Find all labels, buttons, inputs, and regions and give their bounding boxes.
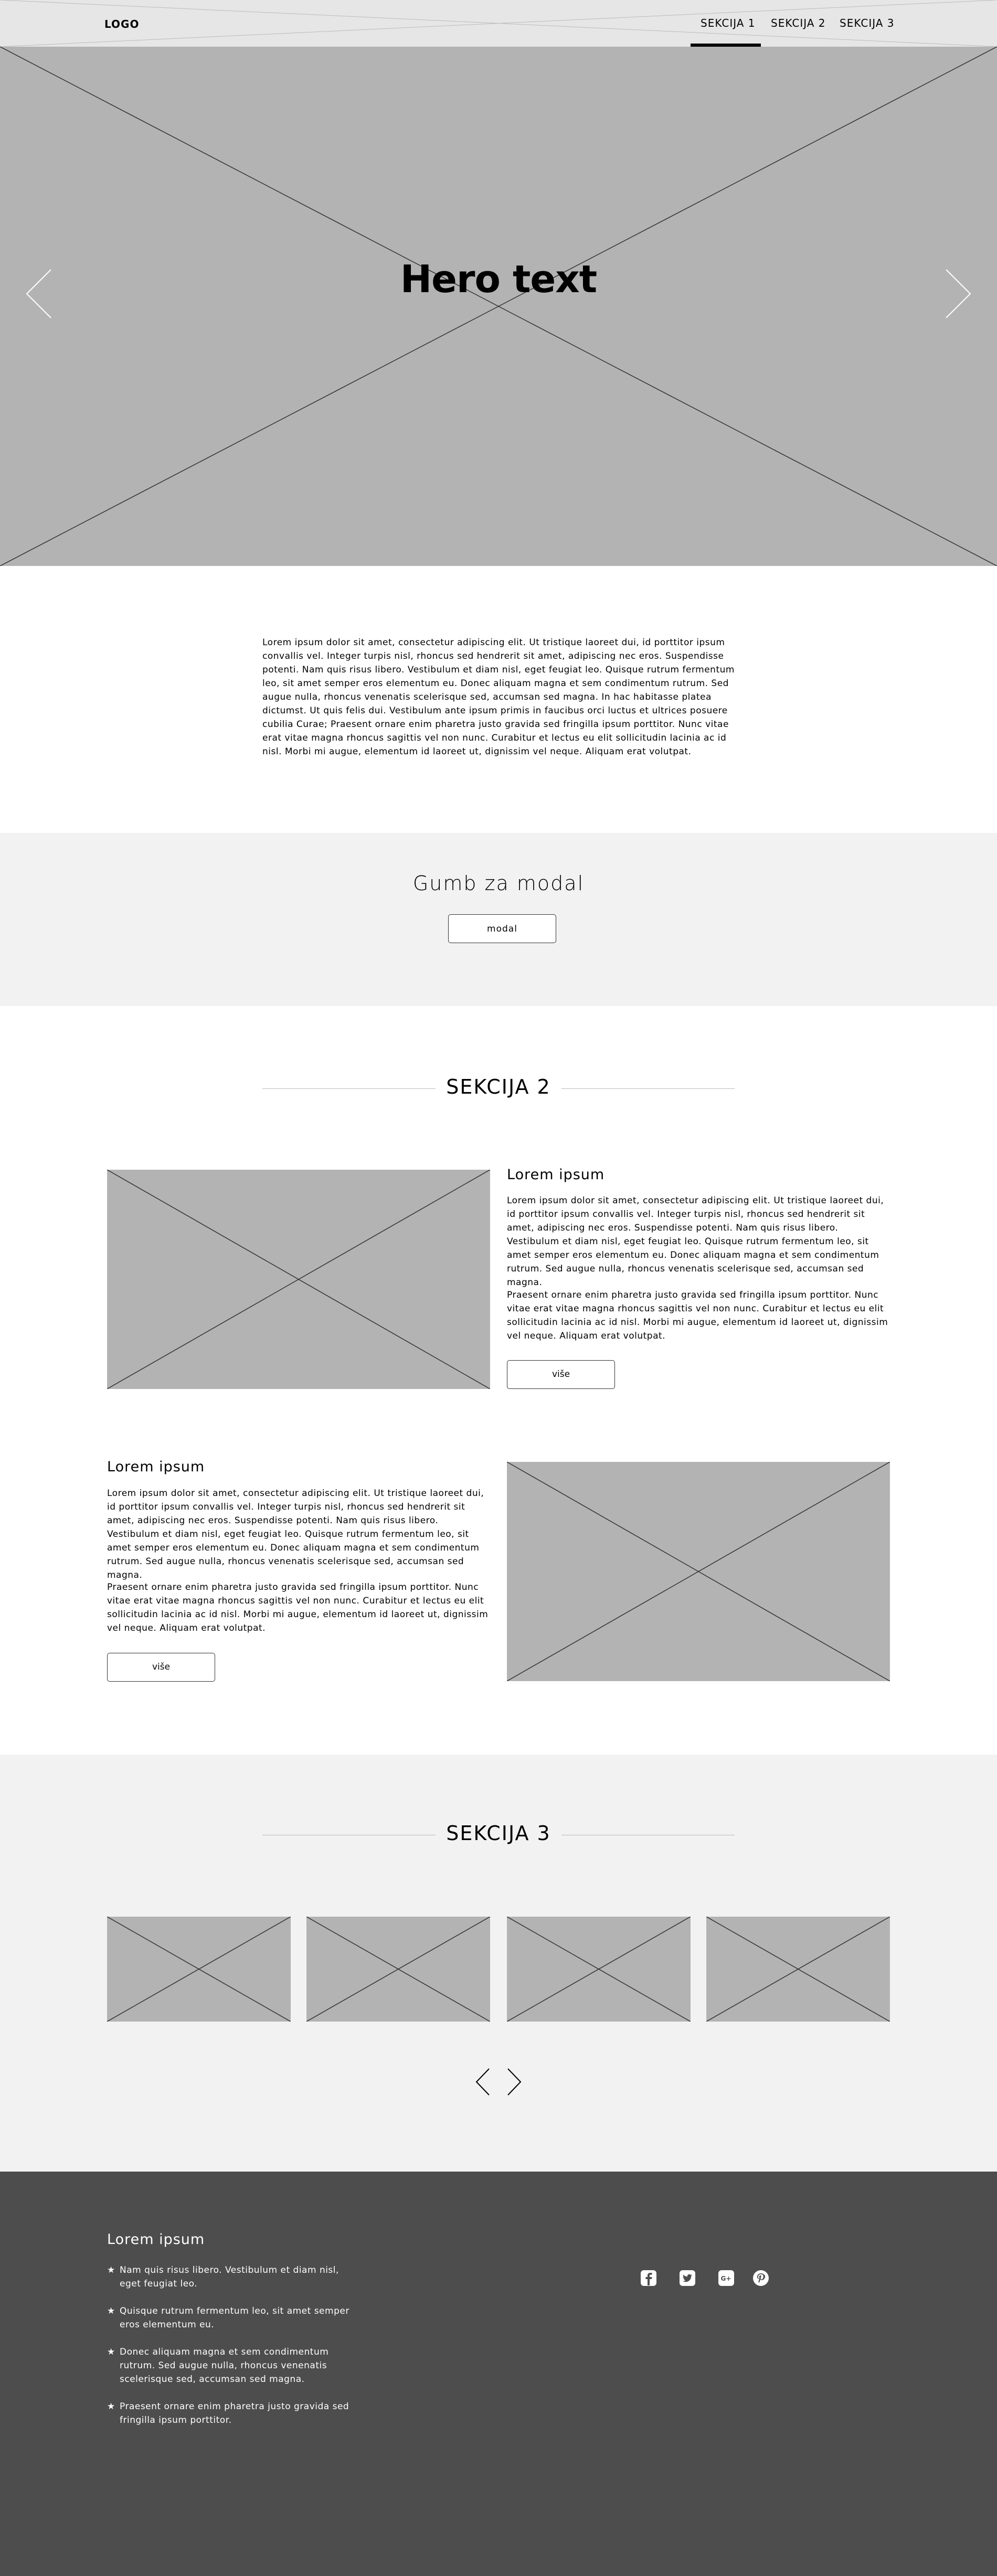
nav-item-sekcija-1[interactable]: SEKCIJA 1 bbox=[701, 17, 756, 29]
star-icon: ★ bbox=[107, 2265, 115, 2275]
nav-item-sekcija-3[interactable]: SEKCIJA 3 bbox=[840, 17, 895, 29]
content-heading: Lorem ipsum bbox=[107, 1459, 205, 1475]
nav-item-sekcija-2[interactable]: SEKCIJA 2 bbox=[771, 17, 826, 29]
google-plus-icon[interactable]: G+ bbox=[718, 2270, 735, 2286]
chevron-right-icon bbox=[507, 2068, 522, 2096]
modal-button[interactable]: modal bbox=[448, 914, 556, 943]
modal-section-title: Gumb za modal bbox=[412, 872, 585, 895]
content-paragraph: Praesent ornare enim pharetra justo grav… bbox=[507, 1290, 888, 1341]
content-image-placeholder bbox=[107, 1170, 490, 1389]
chevron-left-icon bbox=[26, 269, 51, 318]
gallery-image-placeholder[interactable] bbox=[507, 1917, 691, 2022]
twitter-icon[interactable] bbox=[679, 2270, 696, 2286]
facebook-icon[interactable] bbox=[640, 2270, 657, 2286]
gallery-next-button[interactable] bbox=[505, 2067, 523, 2097]
content-heading: Lorem ipsum bbox=[507, 1167, 605, 1183]
section-title-sekcija-3: SEKCIJA 3 bbox=[446, 1822, 551, 1845]
content-paragraph: Lorem ipsum dolor sit amet, consectetur … bbox=[507, 1195, 884, 1288]
gallery-image-placeholder[interactable] bbox=[107, 1917, 291, 2022]
footer-list-item: ★ Nam quis risus libero. Vestibulum et d… bbox=[107, 2263, 359, 2291]
footer-list-item-text: Donec aliquam magna et sem condimentum r… bbox=[120, 2347, 329, 2385]
footer-list-item: ★ Praesent ornare enim pharetra justo gr… bbox=[107, 2400, 359, 2427]
footer-list-item-text: Praesent ornare enim pharetra justo grav… bbox=[120, 2401, 349, 2425]
content-paragraph: Praesent ornare enim pharetra justo grav… bbox=[107, 1582, 489, 1633]
hero-prev-button[interactable] bbox=[24, 268, 55, 320]
footer-list-item-text: Nam quis risus libero. Vestibulum et dia… bbox=[120, 2265, 339, 2289]
content-paragraph: Lorem ipsum dolor sit amet, consectetur … bbox=[107, 1488, 484, 1580]
gallery-prev-button[interactable] bbox=[474, 2067, 492, 2097]
chevron-left-icon bbox=[475, 2068, 490, 2096]
star-icon: ★ bbox=[107, 2347, 115, 2357]
hero-next-button[interactable] bbox=[942, 268, 973, 320]
section-divider-left bbox=[262, 1088, 436, 1089]
intro-text: Lorem ipsum dolor sit amet, consectetur … bbox=[262, 637, 735, 757]
more-button[interactable]: više bbox=[107, 1653, 215, 1682]
logo[interactable]: LOGO bbox=[104, 18, 139, 30]
content-image-placeholder bbox=[507, 1462, 890, 1681]
more-button[interactable]: više bbox=[507, 1360, 615, 1389]
svg-text:G+: G+ bbox=[721, 2275, 731, 2282]
star-icon: ★ bbox=[107, 2306, 115, 2316]
section-divider-right bbox=[561, 1088, 735, 1089]
pinterest-icon[interactable] bbox=[752, 2270, 769, 2286]
hero-text: Hero text bbox=[400, 257, 597, 301]
star-icon: ★ bbox=[107, 2401, 115, 2412]
chevron-right-icon bbox=[946, 269, 971, 318]
hero-slider bbox=[0, 47, 997, 566]
gallery-image-placeholder[interactable] bbox=[306, 1917, 490, 2022]
footer-list-item: ★ Donec aliquam magna et sem condimentum… bbox=[107, 2345, 359, 2386]
footer-title: Lorem ipsum bbox=[107, 2231, 205, 2248]
footer-list-item: ★ Quisque rutrum fermentum leo, sit amet… bbox=[107, 2304, 359, 2332]
footer-list-item-text: Quisque rutrum fermentum leo, sit amet s… bbox=[120, 2306, 349, 2330]
section-title-sekcija-2: SEKCIJA 2 bbox=[446, 1075, 551, 1098]
hero-image-placeholder bbox=[0, 47, 997, 566]
gallery-image-placeholder[interactable] bbox=[706, 1917, 890, 2022]
